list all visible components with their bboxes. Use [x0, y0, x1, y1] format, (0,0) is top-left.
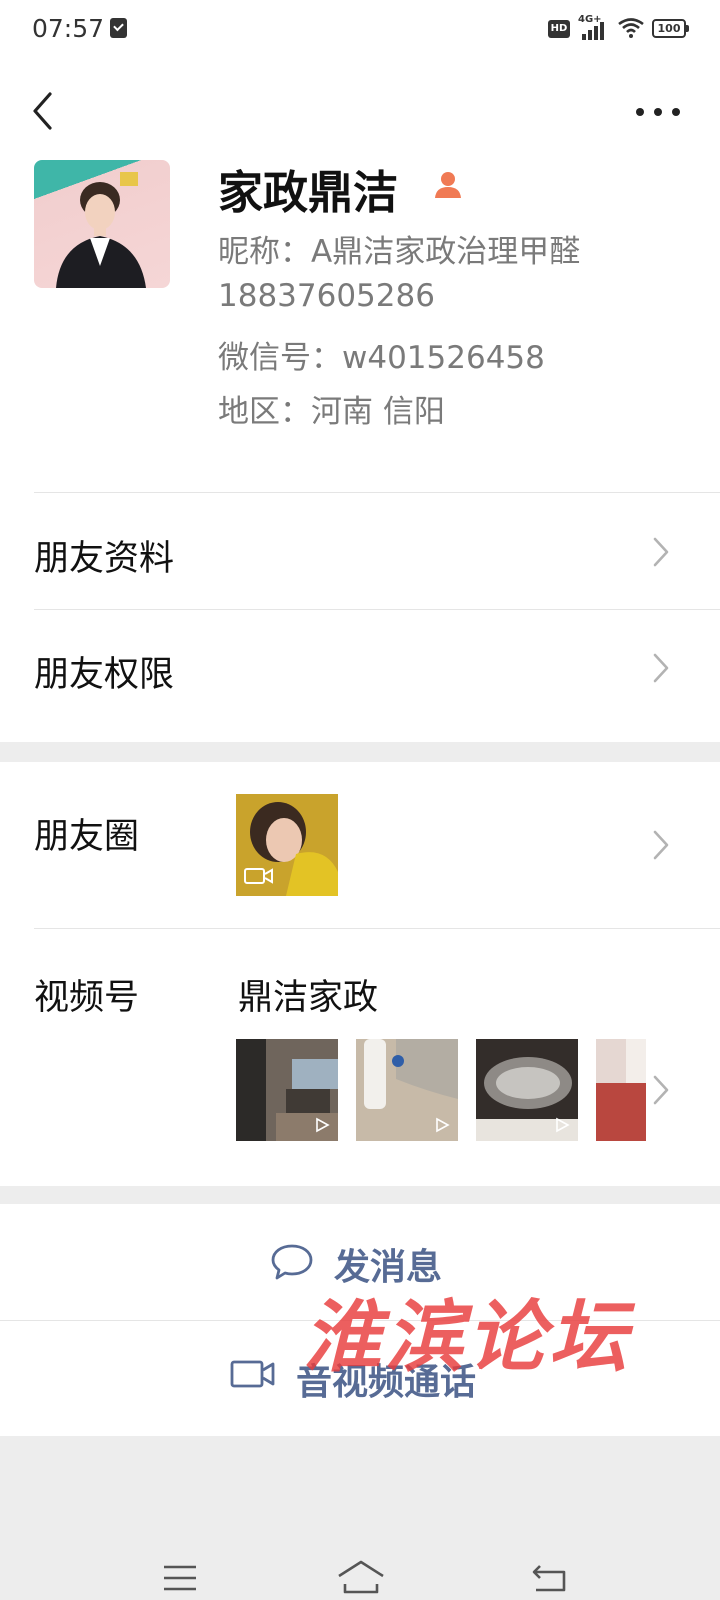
friend-permissions-row[interactable]: 朋友权限 — [0, 610, 720, 726]
channels-label: 视频号 — [34, 978, 140, 1018]
play-icon — [316, 1117, 330, 1133]
channels-row[interactable]: 视频号 鼎洁家政 — [0, 929, 720, 1169]
menu-icon[interactable] — [162, 1564, 198, 1592]
status-time: 07:57 — [32, 14, 105, 43]
chevron-right-icon — [653, 537, 669, 567]
more-options-button[interactable] — [636, 96, 688, 126]
back-button[interactable] — [26, 86, 66, 136]
channels-video-image — [596, 1039, 646, 1141]
video-camera-icon — [244, 868, 273, 884]
video-camera-icon — [230, 1360, 275, 1388]
hd-icon: HD — [548, 20, 570, 38]
avatar-portrait — [56, 172, 146, 288]
friend-profile-row[interactable]: 朋友资料 — [0, 494, 720, 610]
battery-icon: 100 — [652, 19, 689, 38]
chevron-right-icon — [653, 1075, 669, 1105]
play-icon — [436, 1117, 450, 1133]
system-nav-bar — [0, 1436, 720, 1600]
moments-row[interactable]: 朋友圈 — [0, 762, 720, 928]
status-bar: 07:57 HD 4G+ 100 — [0, 0, 720, 60]
nickname-text: 昵称：A鼎洁家政治理甲醛 — [218, 234, 581, 270]
channels-video-thumbnail[interactable] — [236, 1039, 338, 1141]
profile-name: 家政鼎洁 — [218, 166, 399, 219]
wifi-icon — [618, 18, 644, 38]
notification-check-icon — [110, 18, 127, 38]
divider — [34, 492, 720, 493]
friend-permissions-label: 朋友权限 — [34, 655, 175, 695]
user-silhouette-icon — [435, 172, 461, 198]
region-text: 地区：河南 信阳 — [218, 394, 445, 430]
back-nav-icon[interactable] — [530, 1562, 570, 1594]
channels-name: 鼎洁家政 — [238, 978, 379, 1018]
moments-card: 朋友圈 视频号 鼎洁家政 — [0, 762, 720, 1186]
channels-video-thumbnail[interactable] — [356, 1039, 458, 1141]
network-type-label: 4G+ — [578, 14, 602, 25]
chevron-right-icon — [653, 653, 669, 683]
moments-label: 朋友圈 — [34, 817, 140, 857]
channels-video-thumbnail[interactable] — [476, 1039, 578, 1141]
watermark: 淮滨论坛 — [303, 1292, 632, 1383]
avatar[interactable] — [34, 160, 170, 288]
friend-profile-label: 朋友资料 — [34, 539, 175, 579]
play-icon — [556, 1117, 570, 1133]
profile-card: 家政鼎洁 昵称：A鼎洁家政治理甲醛 18837605286 微信号：w40152… — [0, 60, 720, 742]
moments-thumbnail[interactable] — [236, 794, 338, 896]
signal-icon: 4G+ — [578, 14, 610, 42]
wechat-id-text: 微信号：w401526458 — [218, 340, 545, 376]
channels-video-thumbnail[interactable] — [596, 1039, 646, 1141]
phone-text: 18837605286 — [218, 278, 435, 314]
chevron-right-icon — [653, 830, 669, 860]
home-icon[interactable] — [336, 1558, 386, 1594]
